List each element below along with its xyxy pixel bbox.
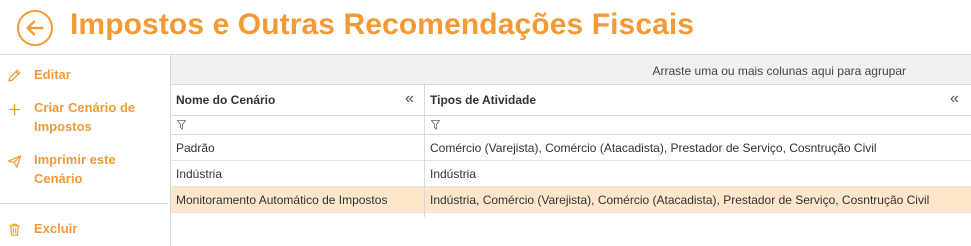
filter-icon bbox=[177, 120, 186, 130]
filter-cell-activity-types[interactable] bbox=[425, 116, 971, 135]
filter-cell-scenario-name[interactable] bbox=[171, 116, 425, 135]
filter-icon bbox=[431, 120, 440, 130]
sidebar-divider bbox=[0, 203, 168, 204]
cell-activity-types: Indústria, Comércio (Varejista), Comérci… bbox=[430, 193, 930, 207]
column-header-label: Nome do Cenário bbox=[176, 93, 276, 107]
cell-scenario-name: Indústria bbox=[176, 167, 223, 181]
back-button[interactable] bbox=[17, 10, 53, 46]
collapse-column-icon[interactable]: « bbox=[950, 90, 959, 108]
scenarios-grid: Arraste uma ou mais colunas aqui para ag… bbox=[170, 54, 971, 246]
table-row-selected[interactable]: Monitoramento Automático de Impostos Ind… bbox=[171, 187, 971, 213]
column-divider bbox=[424, 85, 425, 217]
pencil-icon bbox=[6, 67, 22, 83]
trash-icon bbox=[6, 221, 22, 237]
create-scenario-button[interactable]: Criar Cenário de Impostos bbox=[0, 98, 168, 138]
cell-scenario-name: Padrão bbox=[176, 141, 215, 155]
print-scenario-button[interactable]: Imprimir este Cenário bbox=[0, 150, 168, 190]
create-scenario-label: Criar Cenário de Impostos bbox=[34, 100, 136, 134]
arrow-left-icon bbox=[26, 20, 44, 36]
group-by-hint: Arraste uma ou mais colunas aqui para ag… bbox=[652, 64, 906, 78]
column-header-scenario-name[interactable]: Nome do Cenário « bbox=[171, 85, 425, 116]
cell-activity-types: Comércio (Varejista), Comércio (Atacadis… bbox=[430, 141, 877, 155]
collapse-column-icon[interactable]: « bbox=[405, 90, 414, 108]
page-title: Impostos e Outras Recomendações Fiscais bbox=[70, 8, 695, 41]
table-row[interactable]: Padrão Comércio (Varejista), Comércio (A… bbox=[171, 135, 971, 161]
cell-activity-types: Indústria bbox=[430, 167, 477, 181]
edit-label: Editar bbox=[34, 67, 71, 82]
cell-scenario-name: Monitoramento Automático de Impostos bbox=[176, 193, 388, 207]
delete-button[interactable]: Excluir bbox=[0, 219, 168, 239]
delete-label: Excluir bbox=[34, 221, 78, 236]
plus-icon bbox=[6, 101, 22, 117]
table-row[interactable]: Indústria Indústria bbox=[171, 161, 971, 187]
column-header-label: Tipos de Atividade bbox=[430, 93, 537, 107]
send-icon bbox=[6, 153, 22, 169]
edit-button[interactable]: Editar bbox=[0, 65, 168, 85]
page-header: Impostos e Outras Recomendações Fiscais bbox=[0, 0, 971, 54]
sidebar: Editar Criar Cenário de Impostos Imprimi… bbox=[0, 54, 170, 246]
group-by-panel[interactable]: Arraste uma ou mais colunas aqui para ag… bbox=[171, 55, 971, 85]
print-scenario-label: Imprimir este Cenário bbox=[34, 152, 116, 186]
column-header-activity-types[interactable]: Tipos de Atividade « bbox=[425, 85, 971, 116]
